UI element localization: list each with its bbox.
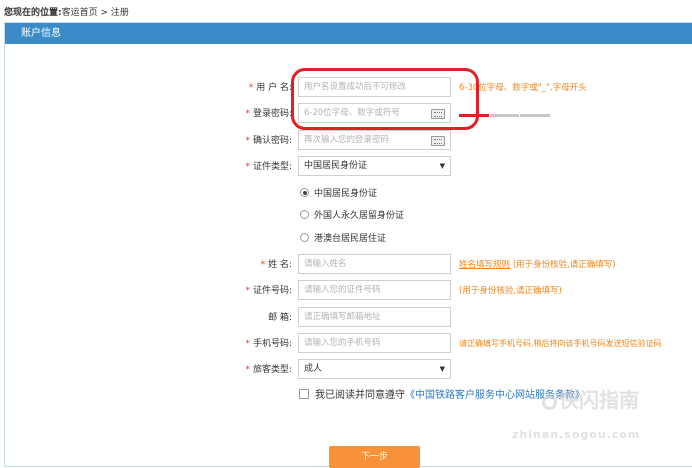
name-hint: 姓名填写规则 (用于身份核验,请正确填写) [459, 260, 616, 270]
phone-row: * 手机号码: 请输入您的手机号码 请正确填写手机号码,稍后将向该手机号码发送短信… [0, 333, 692, 355]
triangle-down-icon: ▼ [439, 365, 445, 373]
id-number-label: * 证件号码: [245, 286, 292, 296]
password-label: * 登录密码: [245, 109, 292, 119]
confirm-password-row: * 确认密码: 再次输入您的登录密码 [0, 130, 692, 152]
email-input[interactable]: 请正确填写邮箱地址 [298, 307, 451, 327]
radio-checked-icon [300, 188, 309, 197]
email-row: 邮 箱: 请正确填写邮箱地址 [0, 307, 692, 329]
name-label: * 姓 名: [260, 260, 292, 270]
passenger-type-value: 成人 [304, 364, 323, 374]
agreement-checkbox[interactable] [299, 389, 309, 399]
confirm-password-placeholder: 再次输入您的登录密码 [304, 135, 390, 145]
watermark-url: zhinan.sogou.com [512, 428, 641, 441]
name-row: * 姓 名: 请输入姓名 姓名填写规则 (用于身份核验,请正确填写) [0, 254, 692, 276]
id-type-radio-2[interactable]: 外国人永久居留身份证 [300, 207, 404, 225]
required-mark: * [245, 109, 250, 119]
id-number-placeholder: 请输入您的证件号码 [304, 285, 381, 295]
id-type-radio-1[interactable]: 中国居民身份证 [300, 185, 377, 203]
required-mark: * [248, 83, 254, 93]
phone-placeholder: 请输入您的手机号码 [304, 338, 381, 348]
watermark-logo-icon [542, 395, 557, 410]
id-number-hint: (用于身份核验,请正确填写) [459, 286, 562, 296]
required-mark: * [245, 339, 250, 349]
confirm-password-label: * 确认密码: [245, 136, 292, 146]
required-mark: * [245, 365, 250, 375]
required-mark: * [245, 286, 250, 296]
phone-hint: 请正确填写手机号码,稍后将向该手机号码发送短信验证码 [459, 339, 662, 348]
id-type-label: * 证件类型: [245, 162, 292, 172]
agreement-text: 我已阅读并同意遵守 [315, 390, 405, 401]
keyboard-icon[interactable] [431, 136, 445, 146]
next-step-button[interactable]: 下一步 [329, 446, 420, 468]
required-mark: * [245, 162, 250, 172]
radio-icon [300, 210, 309, 219]
phone-input[interactable]: 请输入您的手机号码 [298, 333, 451, 353]
breadcrumb-prefix: 您现在的位置: [4, 8, 62, 18]
id-type-row: * 证件类型: 中国居民身份证 ▼ [0, 156, 692, 178]
required-mark: * [245, 136, 250, 146]
id-type-select[interactable]: 中国居民身份证 ▼ [298, 156, 451, 176]
radio-icon [300, 233, 309, 242]
id-type-value: 中国居民身份证 [304, 161, 368, 171]
breadcrumb: 您现在的位置:客运首页 > 注册 [4, 5, 129, 18]
required-mark: * [260, 260, 266, 270]
username-label: * 用 户 名: [248, 83, 292, 93]
passenger-type-select[interactable]: 成人 ▼ [298, 359, 451, 379]
id-number-row: * 证件号码: 请输入您的证件号码 (用于身份核验,请正确填写) [0, 280, 692, 302]
password-strength-bar-medium [490, 114, 519, 117]
breadcrumb-home-link[interactable]: 客运首页 [62, 8, 98, 18]
passenger-type-label: * 旅客类型: [245, 365, 292, 375]
name-rules-link[interactable]: 姓名填写规则 [459, 260, 510, 270]
watermark: 快闪指南 [542, 384, 639, 413]
name-input[interactable]: 请输入姓名 [298, 254, 451, 274]
phone-label: * 手机号码: [245, 339, 292, 349]
panel-title: 账户信息 [5, 23, 692, 44]
passenger-type-row: * 旅客类型: 成人 ▼ [0, 359, 692, 381]
name-placeholder: 请输入姓名 [304, 259, 347, 269]
id-type-radio-3[interactable]: 港澳台居民居住证 [300, 230, 386, 248]
email-label: 邮 箱: [268, 313, 292, 323]
highlight-annotation [291, 68, 479, 130]
email-placeholder: 请正确填写邮箱地址 [304, 312, 381, 322]
breadcrumb-separator: > [97, 8, 111, 18]
password-strength-bar-strong [520, 114, 550, 117]
breadcrumb-current: 注册 [110, 8, 129, 18]
triangle-down-icon: ▼ [439, 162, 445, 170]
id-number-input[interactable]: 请输入您的证件号码 [298, 280, 451, 300]
confirm-password-input[interactable]: 再次输入您的登录密码 [298, 130, 451, 150]
